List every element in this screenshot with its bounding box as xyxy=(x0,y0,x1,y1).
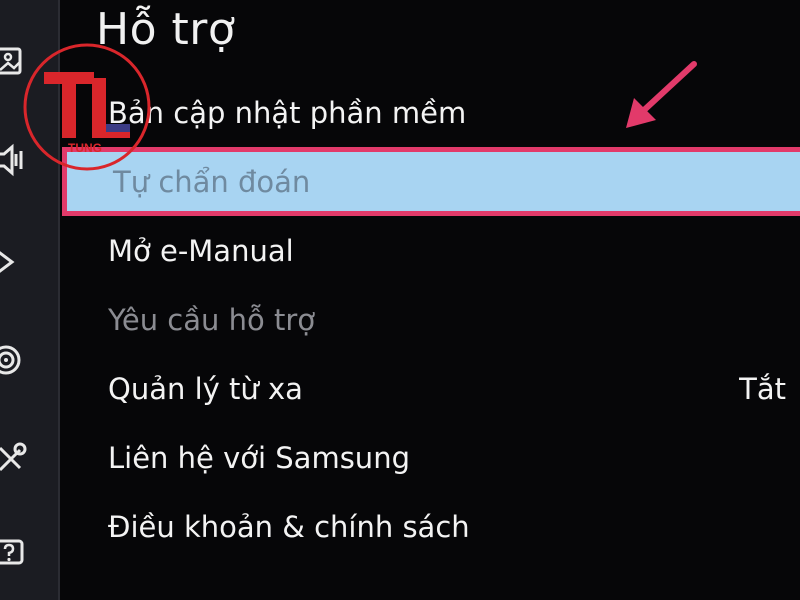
menu-item-label: Liên hệ với Samsung xyxy=(108,440,410,475)
menu-item-self-diagnosis[interactable]: Tự chẩn đoán xyxy=(62,147,800,216)
remote-management-value: Tắt xyxy=(739,371,786,406)
support-icon[interactable] xyxy=(0,536,30,572)
menu-item-remote-management[interactable]: Quản lý từ xa Tắt xyxy=(62,354,800,423)
menu-item-label: Mở e-Manual xyxy=(108,233,294,268)
logo-text: TUNG xyxy=(68,141,102,155)
tl-logo: TUNG xyxy=(22,42,152,172)
annotation-arrow-icon xyxy=(620,60,700,132)
support-menu: Bản cập nhật phần mềm Tự chẩn đoán Mở e-… xyxy=(62,78,800,561)
menu-item-open-e-manual[interactable]: Mở e-Manual xyxy=(62,216,800,285)
menu-item-terms-policy[interactable]: Điều khoản & chính sách xyxy=(62,492,800,561)
broadcast-icon[interactable] xyxy=(0,244,30,280)
tv-settings-screen: Hỗ trợ Bản cập nhật phần mềm Tự chẩn đoá… xyxy=(0,0,800,600)
menu-item-label: Yêu cầu hỗ trợ xyxy=(108,302,315,337)
network-icon[interactable] xyxy=(0,342,30,378)
menu-item-contact-samsung[interactable]: Liên hệ với Samsung xyxy=(62,423,800,492)
menu-item-label: Điều khoản & chính sách xyxy=(108,509,470,544)
general-tools-icon[interactable] xyxy=(0,440,30,476)
menu-item-label: Quản lý từ xa xyxy=(108,371,303,406)
menu-item-label: Bản cập nhật phần mềm xyxy=(108,95,467,130)
menu-item-request-support: Yêu cầu hỗ trợ xyxy=(62,285,800,354)
